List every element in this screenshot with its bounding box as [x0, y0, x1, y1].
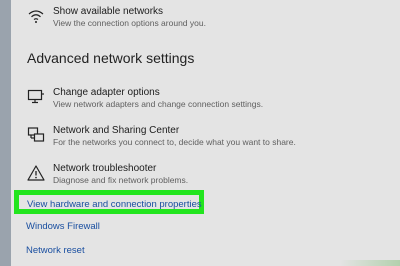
change-adapter-options-item[interactable]: Change adapter options View network adap… — [27, 87, 263, 110]
network-sharing-center-item[interactable]: Network and Sharing Center For the netwo… — [27, 125, 296, 148]
sharing-center-icon — [27, 126, 45, 144]
warning-triangle-icon — [27, 164, 45, 182]
network-troubleshooter-title: Network troubleshooter — [53, 163, 157, 174]
highlight-box: View hardware and connection properties — [14, 190, 204, 214]
view-hardware-properties-link[interactable]: View hardware and connection properties — [27, 199, 202, 210]
show-available-networks-description: View the connection options around you. — [53, 18, 206, 28]
advanced-network-settings-heading: Advanced network settings — [27, 50, 195, 66]
windows-firewall-link[interactable]: Windows Firewall — [26, 221, 100, 232]
wifi-signal-icon — [27, 7, 45, 25]
change-adapter-options-description: View network adapters and change connect… — [53, 99, 264, 109]
network-troubleshooter-description: Diagnose and fix network problems. — [53, 175, 189, 185]
show-available-networks-title: Show available networks — [53, 6, 164, 17]
monitor-adapter-icon — [27, 88, 45, 106]
change-adapter-options-title: Change adapter options — [53, 87, 160, 98]
network-sharing-center-title: Network and Sharing Center — [53, 125, 180, 136]
settings-panel: Show available networks View the connect… — [11, 0, 400, 266]
network-reset-link[interactable]: Network reset — [26, 245, 85, 256]
network-troubleshooter-item[interactable]: Network troubleshooter Diagnose and fix … — [27, 163, 188, 186]
show-available-networks-item[interactable]: Show available networks View the connect… — [27, 6, 206, 29]
network-sharing-center-description: For the networks you connect to, decide … — [53, 137, 296, 147]
corner-glow — [340, 260, 400, 266]
